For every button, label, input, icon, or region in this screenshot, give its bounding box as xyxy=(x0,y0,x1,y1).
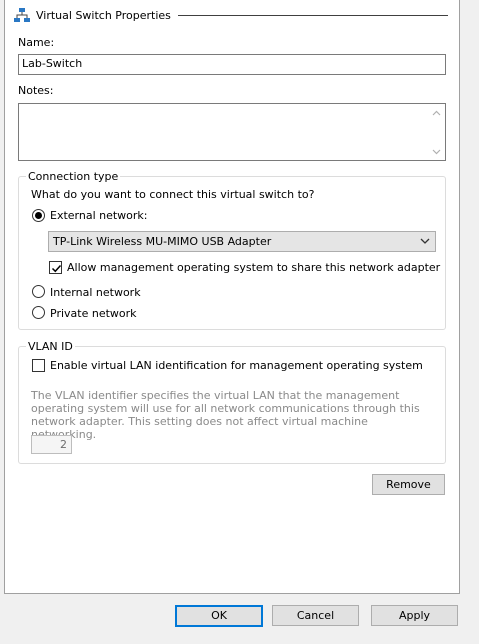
enable-vlan-label[interactable]: Enable virtual LAN identification for ma… xyxy=(50,359,423,372)
scroll-up-icon[interactable] xyxy=(432,109,441,118)
section-title: Virtual Switch Properties xyxy=(36,8,171,22)
remove-button[interactable]: Remove xyxy=(372,474,445,495)
network-switch-icon xyxy=(14,8,30,22)
network-adapter-value: TP-Link Wireless MU-MIMO USB Adapter xyxy=(53,235,272,248)
vlan-id-legend: VLAN ID xyxy=(26,340,75,353)
network-adapter-dropdown[interactable]: TP-Link Wireless MU-MIMO USB Adapter xyxy=(48,231,436,252)
private-network-radio[interactable] xyxy=(32,306,45,319)
enable-vlan-checkbox[interactable] xyxy=(32,359,45,372)
chevron-down-icon xyxy=(420,238,430,244)
section-header: Virtual Switch Properties xyxy=(14,6,448,24)
checkmark-icon xyxy=(51,264,62,273)
private-network-label[interactable]: Private network xyxy=(50,307,137,320)
vlan-description: The VLAN identifier specifies the virtua… xyxy=(31,389,420,441)
external-network-radio[interactable] xyxy=(32,209,45,222)
name-input[interactable]: Lab-Switch xyxy=(18,54,446,75)
notes-label: Notes: xyxy=(18,84,54,97)
header-divider xyxy=(177,14,448,16)
internal-network-radio[interactable] xyxy=(32,285,45,298)
apply-button[interactable]: Apply xyxy=(371,605,458,626)
notes-scrollbar[interactable] xyxy=(428,104,445,160)
connection-type-legend: Connection type xyxy=(26,170,121,183)
allow-management-checkbox[interactable] xyxy=(49,261,62,274)
scroll-down-icon[interactable] xyxy=(432,147,441,156)
allow-management-label[interactable]: Allow management operating system to sha… xyxy=(67,261,440,274)
ok-button[interactable]: OK xyxy=(175,605,263,627)
vlan-id-input[interactable]: 2 xyxy=(31,435,72,454)
internal-network-label[interactable]: Internal network xyxy=(50,286,141,299)
external-network-label[interactable]: External network: xyxy=(50,209,148,222)
connection-question: What do you want to connect this virtual… xyxy=(31,188,315,201)
cancel-button[interactable]: Cancel xyxy=(272,605,359,626)
notes-textarea[interactable] xyxy=(18,103,446,161)
name-label: Name: xyxy=(18,36,55,49)
